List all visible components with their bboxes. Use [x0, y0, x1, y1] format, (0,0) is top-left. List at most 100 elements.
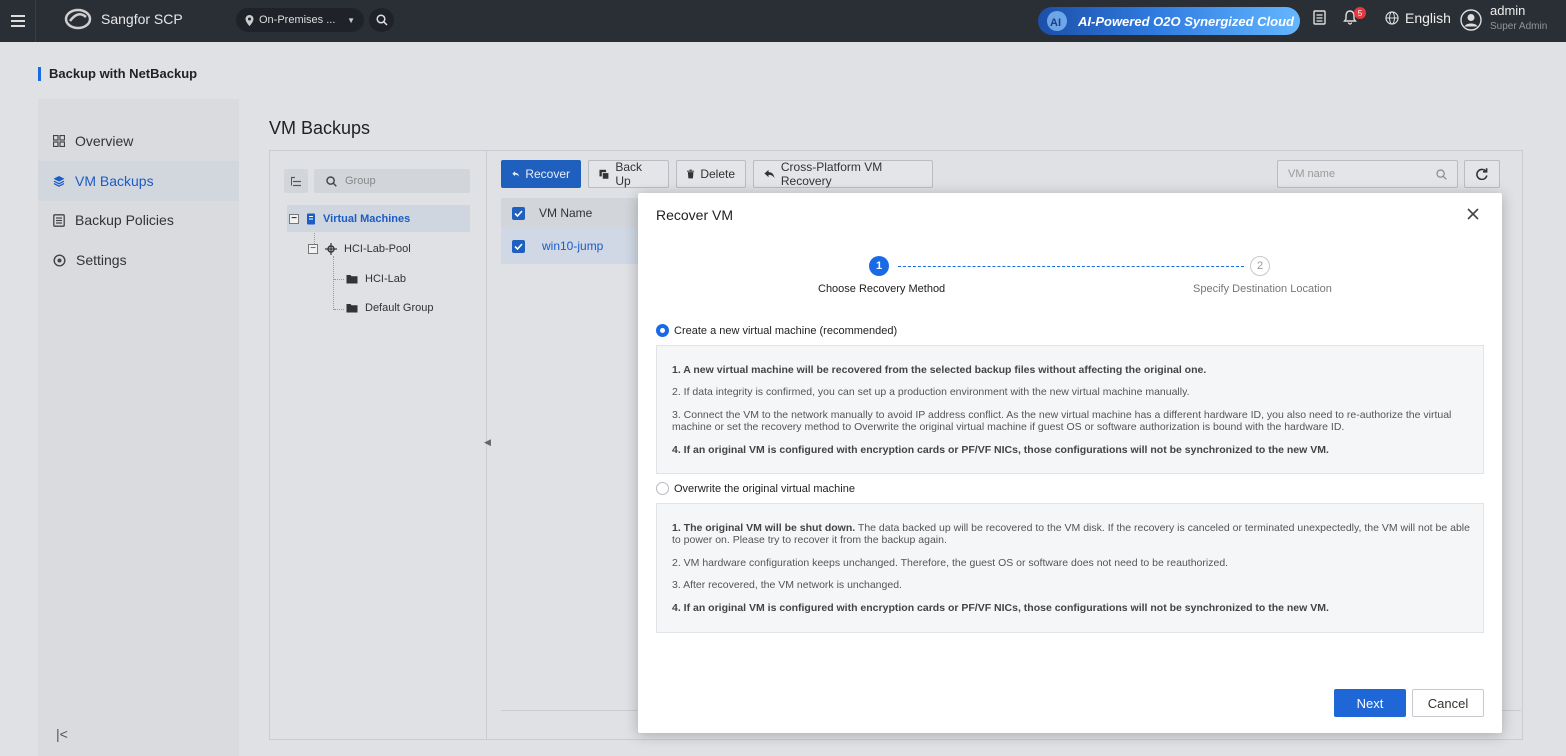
cross-platform-label: Cross-Platform VM Recovery [780, 160, 883, 188]
row-checkbox[interactable] [512, 239, 525, 253]
user-role: Super Admin [1490, 21, 1548, 32]
search-icon [326, 175, 337, 187]
user-menu[interactable]: admin Super Admin [1460, 3, 1547, 32]
option-create-new-vm[interactable]: Create a new virtual machine (recommende… [656, 324, 897, 337]
app-name: Sangfor SCP [101, 11, 183, 27]
info-line: 1. A new virtual machine will be recover… [672, 364, 1207, 376]
close-icon[interactable] [1466, 207, 1480, 221]
environment-label: On-Premises ... [259, 14, 336, 26]
recover-button[interactable]: Recover [501, 160, 581, 188]
back-up-button[interactable]: Back Up [588, 160, 669, 188]
tree-node-label: Default Group [365, 302, 434, 314]
next-button[interactable]: Next [1334, 689, 1406, 717]
table-header: VM Name [501, 198, 641, 228]
top-bar: Sangfor SCP On-Premises ... ▼ AI AI-Powe… [0, 0, 1566, 42]
page-title: Backup with NetBackup [49, 66, 198, 81]
option-overwrite-original-vm[interactable]: Overwrite the original virtual machine [656, 482, 855, 495]
folder-icon [346, 304, 358, 313]
collapse-node-icon[interactable]: − [289, 213, 299, 224]
layers-icon [53, 176, 65, 187]
environment-selector[interactable]: On-Premises ... ▼ [236, 8, 364, 32]
tree-node-label: HCI-Lab [365, 273, 406, 285]
sidebar-item-overview[interactable]: Overview [38, 121, 239, 161]
sidebar-item-backup-policies[interactable]: Backup Policies [38, 200, 239, 240]
sidebar-item-vm-backups[interactable]: VM Backups [38, 161, 239, 201]
notification-count-badge: 5 [1354, 7, 1366, 19]
tree-node-hci-lab-pool[interactable]: − HCI-Lab-Pool [308, 241, 411, 257]
user-name: admin [1490, 3, 1526, 18]
language-label: English [1405, 10, 1451, 26]
tree-node-virtual-machines[interactable]: − Virtual Machines [287, 205, 470, 232]
back-up-label: Back Up [615, 160, 643, 188]
language-selector[interactable]: English [1385, 10, 1451, 26]
group-search-input[interactable]: Group [314, 169, 470, 193]
cancel-button[interactable]: Cancel [1412, 689, 1484, 717]
app-logo[interactable]: Sangfor SCP [64, 8, 183, 30]
task-list-icon[interactable] [1313, 10, 1326, 25]
delete-button[interactable]: Delete [676, 160, 746, 188]
banner-text: AI-Powered O2O Synergized Cloud [1078, 13, 1294, 29]
vm-name-link[interactable]: win10-jump [542, 239, 603, 253]
folder-icon [346, 275, 358, 284]
tree-node-default-group[interactable]: Default Group [346, 300, 433, 316]
ai-promo-banner[interactable]: AI AI-Powered O2O Synergized Cloud [1038, 7, 1300, 35]
option-label: Create a new virtual machine (recommende… [674, 324, 898, 337]
delete-label: Delete [700, 167, 735, 181]
table-row[interactable]: win10-jump [501, 228, 641, 264]
grid-icon [53, 135, 65, 147]
vm-name-search-input[interactable]: VM name [1277, 160, 1458, 188]
sidebar-item-settings[interactable]: Settings [38, 240, 239, 280]
info-line: 1. The original VM will be shut down. Th… [672, 522, 1472, 546]
overwrite-vm-info: 1. The original VM will be shut down. Th… [656, 503, 1484, 633]
sangfor-logo-icon [64, 8, 92, 30]
collapse-sidebar-icon[interactable]: |< [56, 726, 68, 742]
vm-search-placeholder: VM name [1288, 168, 1336, 180]
refresh-button[interactable] [1464, 160, 1500, 188]
globe-icon [1385, 11, 1399, 25]
recover-icon [512, 171, 520, 177]
step-1-indicator: 1 [869, 256, 889, 276]
tree-node-label: Virtual Machines [323, 212, 411, 225]
location-pin-icon [245, 14, 254, 26]
tree-connector [333, 256, 334, 310]
page-header: Backup with NetBackup [38, 66, 197, 81]
tree-node-hci-lab[interactable]: HCI-Lab [346, 271, 406, 287]
avatar-icon [1460, 9, 1482, 31]
recover-vm-dialog: Recover VM 1 2 Choose Recovery Method Sp… [638, 193, 1502, 733]
sidebar-item-label: VM Backups [75, 173, 154, 189]
radio-unselected-icon[interactable] [656, 482, 669, 495]
create-new-vm-info: 1. A new virtual machine will be recover… [656, 345, 1484, 474]
step-2-label: Specify Destination Location [1193, 283, 1332, 295]
list-icon [53, 213, 65, 227]
info-line-bold: 1. The original VM will be shut down. [672, 522, 856, 534]
sidebar: Overview VM Backups Backup Policies Sett… [38, 99, 239, 756]
select-all-checkbox[interactable] [512, 206, 525, 220]
collapse-tree-icon[interactable]: ◀ [484, 437, 491, 448]
ai-robot-icon: AI [1047, 11, 1067, 31]
collapse-node-icon[interactable]: − [308, 244, 318, 254]
global-search-icon[interactable] [369, 8, 394, 32]
search-icon [1436, 168, 1447, 180]
step-1-label: Choose Recovery Method [818, 283, 946, 295]
info-line: 2. If data integrity is confirmed, you c… [672, 386, 1190, 398]
header-accent-bar [38, 66, 41, 81]
cross-platform-recovery-button[interactable]: Cross-Platform VM Recovery [753, 160, 933, 188]
info-line: 4. If an original VM is configured with … [672, 444, 1329, 456]
sidebar-item-label: Backup Policies [75, 212, 174, 228]
recover-icon [764, 169, 775, 179]
info-line: 3. After recovered, the VM network is un… [672, 579, 902, 591]
svg-text:AI: AI [1050, 17, 1061, 29]
dialog-title: Recover VM [656, 207, 734, 223]
column-header-vm-name[interactable]: VM Name [539, 206, 592, 220]
group-search-placeholder: Group [345, 175, 376, 187]
tree-node-label: HCI-Lab-Pool [344, 243, 411, 255]
recover-label: Recover [525, 167, 570, 181]
refresh-icon [1476, 168, 1488, 180]
hamburger-menu-icon[interactable] [0, 0, 36, 42]
info-line: 4. If an original VM is configured with … [672, 602, 1329, 614]
section-title: VM Backups [269, 118, 371, 138]
info-line: 3. Connect the VM to the network manuall… [672, 409, 1452, 433]
vm-server-icon [307, 213, 315, 224]
radio-selected-icon[interactable] [656, 324, 669, 337]
tree-toggle-icon[interactable] [284, 169, 308, 193]
